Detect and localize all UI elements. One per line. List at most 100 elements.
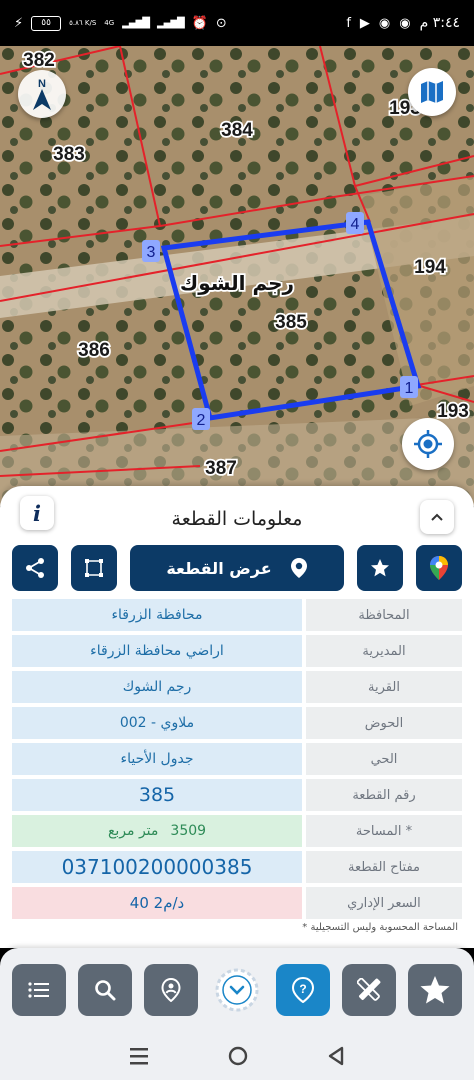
favorite-button[interactable] bbox=[357, 545, 403, 591]
network-type: 4G bbox=[104, 19, 115, 27]
measure-button[interactable] bbox=[342, 964, 396, 1016]
polygon-icon bbox=[85, 559, 103, 577]
parcel-info-table: محافظة الزرقاء المحافظة اراضي محافظة الز… bbox=[12, 598, 462, 922]
location-pin-icon bbox=[290, 558, 307, 578]
compass-letter: N bbox=[38, 78, 46, 90]
panel-header: معلومات القطعة bbox=[0, 496, 474, 542]
parcel-385: 385 bbox=[275, 312, 307, 333]
recent-apps-icon[interactable] bbox=[128, 1046, 150, 1066]
show-parcel-label: عرض القطعة bbox=[166, 558, 272, 578]
help-pin-icon: ? bbox=[291, 977, 315, 1003]
home-icon[interactable] bbox=[227, 1045, 249, 1067]
signal-icon-2: ▂▄▆█ bbox=[156, 17, 185, 29]
battery-icon: ٥٥ bbox=[31, 15, 62, 31]
row-parcel-number: 385 رقم القطعة bbox=[12, 778, 462, 814]
vertex-label-1: 1 bbox=[405, 380, 414, 397]
clock: ٣:٤٤ م bbox=[419, 15, 460, 31]
status-left: ⚡ ٥٥ ٥.٨٦ K/S 4G ▂▄▆█ ▂▄▆█ ⏰ ⊙ bbox=[14, 15, 227, 31]
directorate-label: المديرية bbox=[306, 635, 462, 667]
compass-icon: N bbox=[33, 78, 51, 110]
chevron-up-icon bbox=[431, 513, 443, 521]
admin-price-value: 40 د/م2 bbox=[12, 887, 302, 919]
parcel-383: 383 bbox=[53, 144, 85, 165]
parcel-key-label: مفتاح القطعة bbox=[306, 851, 462, 883]
parcel-key-value: 037100200000385 bbox=[12, 851, 302, 883]
parcel-number-value: 385 bbox=[12, 779, 302, 811]
list-icon bbox=[28, 982, 49, 998]
vertex-label-4: 4 bbox=[351, 216, 360, 233]
status-bar: ⚡ ٥٥ ٥.٨٦ K/S 4G ▂▄▆█ ▂▄▆█ ⏰ ⊙ f ▶ ◉ ◉ ٣… bbox=[0, 0, 474, 46]
area-value: 3509 bbox=[170, 823, 207, 839]
facebook-icon: f bbox=[346, 15, 351, 31]
village-label: رجم الشوك bbox=[180, 271, 294, 295]
help-button[interactable]: ? bbox=[276, 964, 330, 1016]
expand-toolbar-button[interactable] bbox=[212, 964, 262, 1016]
governorate-label: المحافظة bbox=[306, 599, 462, 631]
info-icon: i bbox=[33, 500, 41, 526]
panel-title: معلومات القطعة bbox=[171, 508, 303, 530]
row-basin: ملاوي - 002 الحوض bbox=[12, 706, 462, 742]
person-pin-icon bbox=[161, 978, 181, 1002]
village-label-key: القرية bbox=[306, 671, 462, 703]
area-label: المساحة * bbox=[306, 815, 462, 847]
system-nav-bar bbox=[0, 1032, 474, 1080]
messenger-icon-2: ◉ bbox=[399, 15, 411, 31]
messenger-icon: ◉ bbox=[378, 15, 391, 31]
vertex-label-2: 2 bbox=[197, 412, 206, 429]
crosshair-icon bbox=[414, 430, 442, 458]
chevron-down-icon bbox=[215, 968, 259, 1012]
neighborhood-value: جدول الأحياء bbox=[12, 743, 302, 775]
parcel-387: 387 bbox=[205, 458, 237, 479]
collapse-button[interactable] bbox=[420, 500, 454, 534]
area-unit: متر مربع bbox=[107, 823, 159, 839]
star-tool-button[interactable] bbox=[408, 964, 462, 1016]
search-icon bbox=[95, 980, 116, 1001]
governorate-value: محافظة الزرقاء bbox=[12, 599, 302, 631]
back-icon[interactable] bbox=[326, 1045, 346, 1067]
parcel-boundary-button[interactable] bbox=[71, 545, 117, 591]
basin-value: ملاوي - 002 bbox=[12, 707, 302, 739]
row-governorate: محافظة الزرقاء المحافظة bbox=[12, 598, 462, 634]
parcel-384: 384 bbox=[221, 120, 253, 141]
measure-tools-icon bbox=[357, 978, 381, 1001]
admin-price-label: السعر الإداري bbox=[306, 887, 462, 919]
screen: ⚡ ٥٥ ٥.٨٦ K/S 4G ▂▄▆█ ▂▄▆█ ⏰ ⊙ f ▶ ◉ ◉ ٣… bbox=[0, 0, 474, 1080]
row-admin-price: 40 د/م2 السعر الإداري bbox=[12, 886, 462, 922]
my-location-button[interactable] bbox=[402, 418, 454, 470]
star-icon bbox=[371, 559, 389, 577]
parcel-194: 194 bbox=[414, 257, 446, 278]
row-neighborhood: جدول الأحياء الحي bbox=[12, 742, 462, 778]
area-value-wrap: متر مربع 3509 bbox=[108, 823, 206, 839]
share-button[interactable] bbox=[12, 545, 58, 591]
star-icon bbox=[420, 976, 450, 1004]
google-maps-icon bbox=[430, 556, 448, 580]
google-maps-button[interactable] bbox=[416, 545, 462, 591]
parcel-193: 193 bbox=[437, 401, 469, 422]
row-parcel-key: 037100200000385 مفتاح القطعة bbox=[12, 850, 462, 886]
village-value: رجم الشوك bbox=[12, 671, 302, 703]
parcel-info-panel: معلومات القطعة i عرض القطعة محافظة الزرق… bbox=[0, 486, 474, 948]
charging-icon: ⚡ bbox=[14, 15, 24, 31]
map-icon bbox=[421, 81, 443, 103]
info-button[interactable]: i bbox=[20, 496, 54, 530]
status-right: f ▶ ◉ ◉ ٣:٤٤ م bbox=[346, 15, 460, 31]
row-area: متر مربع 3509 المساحة * bbox=[12, 814, 462, 850]
signal-icon: ▂▄▆█ bbox=[122, 17, 150, 29]
area-value-cell: متر مربع 3509 bbox=[12, 815, 302, 847]
show-parcel-button[interactable]: عرض القطعة bbox=[130, 545, 344, 591]
vertex-label-3: 3 bbox=[147, 244, 156, 261]
location-status-icon: ⊙ bbox=[215, 15, 227, 31]
map-view[interactable]: 1 2 3 4 382 384 383 193 194 385 386 193 … bbox=[0, 46, 474, 506]
area-footnote: * المساحة المحسوبة وليس التسجيلية bbox=[302, 922, 458, 933]
neighborhood-label: الحي bbox=[306, 743, 462, 775]
parcel-386: 386 bbox=[78, 340, 110, 361]
share-icon bbox=[26, 558, 44, 578]
map-layers-button[interactable] bbox=[408, 68, 456, 116]
youtube-icon: ▶ bbox=[359, 15, 370, 31]
action-row: عرض القطعة bbox=[12, 545, 462, 591]
list-button[interactable] bbox=[12, 964, 66, 1016]
bottom-toolbar: ? bbox=[0, 948, 474, 1032]
compass-button[interactable]: N bbox=[18, 70, 66, 118]
search-button[interactable] bbox=[78, 964, 132, 1016]
my-places-button[interactable] bbox=[144, 964, 198, 1016]
